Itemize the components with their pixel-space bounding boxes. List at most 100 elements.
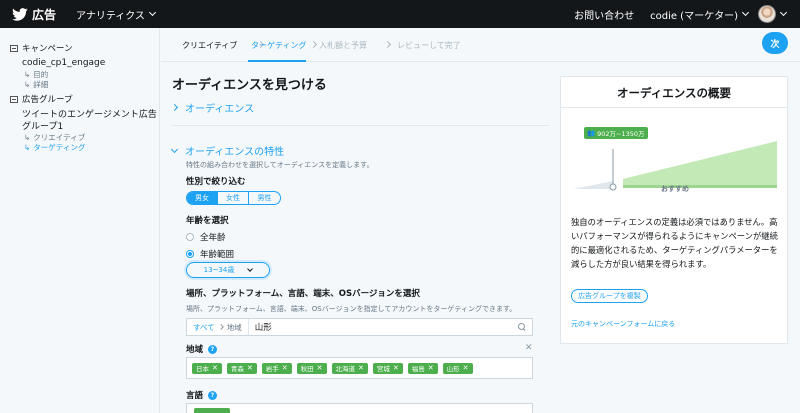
region-chip[interactable]: 山形 ✕ (442, 362, 473, 374)
chevron-right-icon (217, 324, 224, 330)
sidebar-campaign-section-label: キャンペーン (22, 44, 73, 54)
analytics-menu[interactable]: アナリティクス (76, 7, 156, 22)
divider (172, 125, 549, 126)
account-menu[interactable]: codie (マーケター) (650, 7, 750, 22)
chevron-down-icon (779, 8, 788, 17)
age-range-select[interactable]: 13~34歳 (186, 262, 270, 278)
language-label-text: 言語 (186, 391, 204, 401)
campaign-icon (10, 44, 18, 52)
people-icon: 👥 (587, 129, 596, 137)
gender-option-male[interactable]: 男性 (249, 192, 280, 204)
sidebar-campaign-name[interactable]: codie_cp1_engage (22, 58, 105, 68)
return-arrow-icon: ↳ (24, 133, 31, 142)
meter-needle-handle (609, 183, 617, 191)
step-targeting[interactable]: ターゲティング (251, 40, 307, 51)
sidebar-adgroup-section: 広告グループ (10, 93, 73, 105)
remove-icon[interactable]: ✕ (317, 364, 323, 372)
region-chip-label: 北海道 (335, 365, 356, 373)
age-range-radio[interactable] (186, 250, 194, 258)
audience-section-toggle[interactable]: オーディエンス (170, 100, 254, 115)
step-navigation: クリエイティブ ターゲティング 入札額と予算 レビューして完了 次 (161, 28, 800, 62)
sidebar-adgroup-name[interactable]: ツイートのエンゲージメント広告 グループ1 (22, 109, 157, 133)
profile-menu[interactable] (758, 5, 788, 23)
sidebar-adgroup-section-label: 広告グループ (22, 95, 73, 105)
chevron-right-icon (309, 40, 318, 49)
region-chip-label: 山形 (446, 365, 460, 373)
breadcrumb-region: 地域 (226, 322, 242, 332)
region-chip[interactable]: 日本 ✕ (192, 362, 222, 374)
region-chip[interactable]: 福島 ✕ (407, 362, 438, 374)
age-all-option[interactable]: 全年齢 (186, 231, 226, 243)
features-help-text: 特性の組み合わせを選択してオーディエンスを定義します。 (186, 161, 374, 169)
back-to-campaign-link[interactable]: 元のキャンペーンフォームに戻る (571, 319, 675, 329)
language-chip[interactable] (194, 408, 230, 413)
gender-selector: 男女 女性 男性 (186, 191, 281, 205)
features-section-label: オーディエンスの特性 (185, 147, 285, 158)
region-label: 地域 ? (186, 343, 218, 355)
location-label: 場所、プラットフォーム、言語、端末、OSバージョンを選択 (186, 289, 420, 299)
help-icon[interactable]: ? (208, 390, 218, 400)
audience-summary-title: オーディエンスの概要 (617, 86, 731, 100)
sidebar-item-targeting-label: ターゲティング (33, 143, 86, 152)
remove-icon[interactable]: ✕ (247, 364, 253, 372)
region-label-text: 地域 (186, 345, 204, 355)
campaign-sidebar: キャンペーン codie_cp1_engage ↳ 目的 ↳ 詳細 広告グループ ツ… (0, 28, 160, 413)
sidebar-item-details[interactable]: ↳ 詳細 (24, 79, 48, 90)
adgroup-icon (10, 95, 18, 103)
remove-icon[interactable]: ✕ (358, 364, 364, 372)
features-section-toggle[interactable]: オーディエンスの特性 (170, 143, 285, 158)
search-icon[interactable] (518, 323, 526, 331)
return-arrow-icon: ↳ (24, 80, 31, 89)
remove-icon[interactable]: ✕ (463, 364, 469, 372)
chevron-right-icon (170, 103, 179, 112)
targeting-form: オーディエンスを見つける オーディエンス オーディエンスの特性 特性の組み合わせ… (161, 63, 549, 413)
region-chip-label: 福島 (411, 365, 425, 373)
remove-icon[interactable]: ✕ (428, 364, 434, 372)
location-help-text: 場所、プラットフォーム、言語、端末、OSバージョンを指定してアカウントをターゲテ… (186, 305, 517, 313)
location-search-field[interactable]: すべて 地域 山形 (186, 318, 533, 336)
clear-regions-icon[interactable]: ✕ (525, 343, 533, 353)
brand[interactable]: 広告 (12, 6, 56, 23)
age-range-label: 年齢範囲 (200, 250, 235, 260)
selected-languages (186, 403, 533, 413)
return-arrow-icon: ↳ (24, 143, 31, 152)
chevron-down-icon (170, 145, 179, 153)
breadcrumb-all[interactable]: すべて (193, 322, 215, 333)
gender-label: 性別で絞り込む (186, 177, 246, 187)
return-arrow-icon: ↳ (24, 70, 31, 79)
age-range-option[interactable]: 年齢範囲 (186, 248, 234, 260)
brand-label: 広告 (32, 7, 57, 22)
analytics-menu-label: アナリティクス (76, 10, 145, 22)
remove-icon[interactable]: ✕ (282, 364, 288, 372)
chevron-down-icon (247, 265, 254, 272)
region-chip[interactable]: 北海道 ✕ (331, 362, 368, 374)
age-label: 年齢を選択 (186, 216, 229, 226)
remove-icon[interactable]: ✕ (212, 364, 218, 372)
region-chip-label: 日本 (196, 365, 209, 373)
help-icon[interactable]: ? (208, 344, 218, 354)
avatar (758, 5, 776, 23)
location-search-input[interactable]: 山形 (249, 321, 272, 333)
remove-icon[interactable]: ✕ (393, 364, 399, 372)
duplicate-adgroup-button[interactable]: 広告グループを複製 (571, 289, 648, 303)
meter-baseline (623, 185, 777, 188)
region-chip-label: 岩手 (265, 365, 279, 373)
region-chip[interactable]: 宮城 ✕ (372, 362, 403, 374)
next-button[interactable]: 次 (762, 32, 788, 54)
age-all-radio[interactable] (186, 233, 194, 241)
region-chip[interactable]: 秋田 ✕ (296, 362, 327, 374)
audience-summary-card: オーディエンスの概要 👥 902万~1350万 おすすめ 独自のオーディエンスの… (560, 76, 788, 344)
account-menu-label: codie (マーケター) (650, 10, 738, 22)
region-chip[interactable]: 岩手 ✕ (261, 362, 292, 374)
gender-option-all[interactable]: 男女 (187, 192, 218, 204)
sidebar-item-targeting[interactable]: ↳ ターゲティング (24, 142, 85, 153)
selected-regions: 日本 ✕ 青森 ✕ 岩手 ✕ 秋田 ✕ 北海道 ✕ 宮城 ✕ 福島 ✕ 山形 ✕ (186, 357, 533, 379)
region-chip[interactable]: 青森 ✕ (226, 362, 257, 374)
chevron-down-icon (741, 8, 750, 17)
contact-link[interactable]: お問い合わせ (574, 7, 634, 22)
twitter-bird-icon (12, 7, 28, 21)
gender-option-female[interactable]: 女性 (218, 192, 249, 204)
meter-narrow-area (573, 181, 613, 189)
region-chip-label: 秋田 (300, 365, 314, 373)
step-creative[interactable]: クリエイティブ (182, 40, 237, 51)
